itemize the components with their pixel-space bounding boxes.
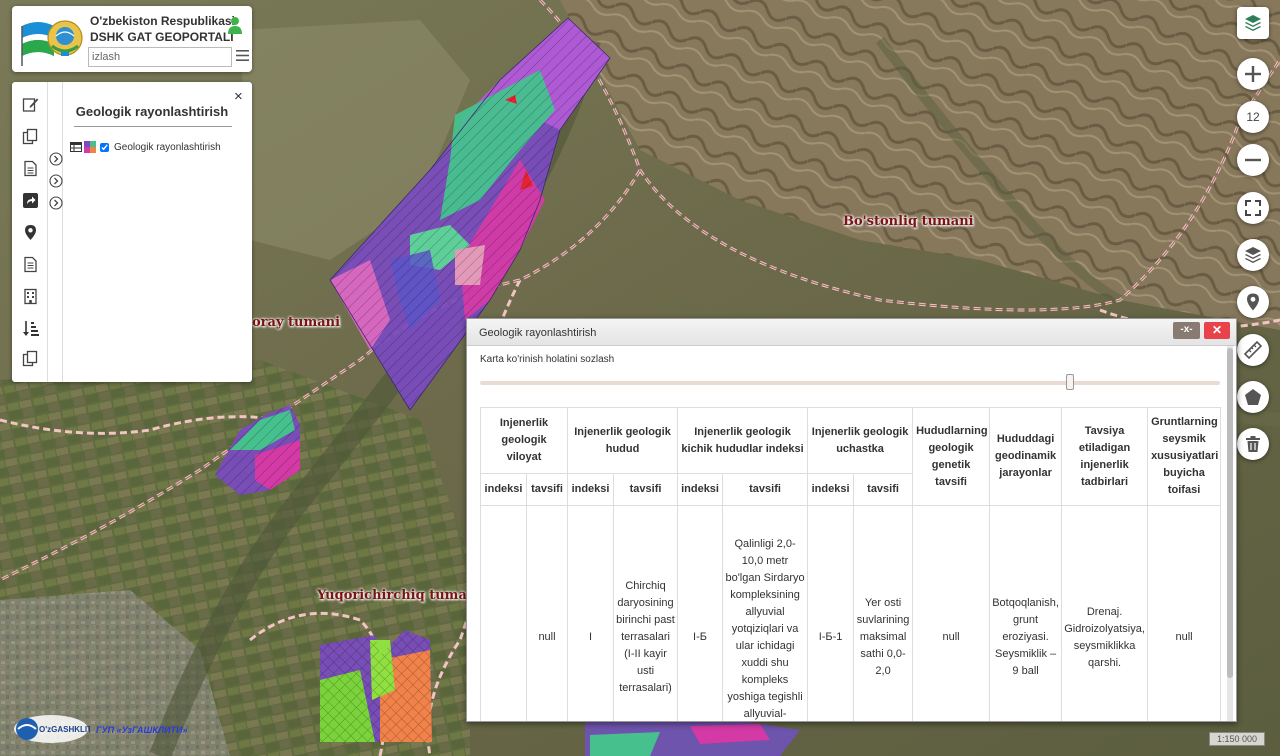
table-cell: I-Б	[677, 505, 724, 721]
table-cell: Chirchiq daryosining birinchi past terra…	[613, 505, 679, 721]
arrow-strip	[48, 82, 63, 382]
opacity-slider-track[interactable]	[480, 381, 1220, 385]
layer-legend-icon	[84, 141, 96, 153]
trash-icon	[1246, 436, 1260, 452]
panel-close-button[interactable]: ×	[234, 89, 243, 104]
layers-icon	[1245, 15, 1261, 31]
zoom-in-button[interactable]	[1237, 58, 1269, 90]
attribute-table: Injenerlik geologik viloyat Injenerlik g…	[479, 407, 1222, 721]
dialog-titlebar[interactable]: Geologik rayonlashtirish -x- ✕	[467, 319, 1236, 346]
measure-area-button[interactable]	[1237, 381, 1269, 413]
portal-header: O'zbekiston Respublikasi DSHK GAT GEOPOR…	[12, 6, 252, 72]
map-pin-icon	[1247, 293, 1259, 311]
geology-zone-south[interactable]	[320, 630, 432, 742]
subcolumn-header: tavsifi	[853, 473, 914, 506]
fullscreen-button[interactable]	[1237, 192, 1269, 224]
district-label-bostonliq: Bo'stonliq tumani	[843, 214, 974, 229]
footer-logo-text: O'zGASHKLITI	[39, 725, 90, 734]
table-header-row: Injenerlik geologik viloyat Injenerlik g…	[479, 407, 1222, 506]
measure-distance-button[interactable]	[1237, 334, 1269, 366]
portal-title-line1: O'zbekiston Respublikasi	[90, 14, 235, 28]
zoom-level-indicator: 12	[1237, 101, 1269, 133]
copy-icon[interactable]	[22, 128, 39, 145]
zoom-out-button[interactable]	[1237, 144, 1269, 176]
subcolumn-header: indeksi	[677, 473, 724, 506]
column-header: Tavsiya etiladigan injenerlik tadbirlari	[1061, 407, 1149, 506]
subcolumn-header: tavsifi	[722, 473, 809, 506]
dialog-title: Geologik rayonlashtirish	[479, 327, 597, 339]
map-display-settings-label: Karta ko'rinish holatini sozlash	[480, 354, 615, 365]
table-cell: Botqoqlanish, grunt eroziyasi. Seysmikli…	[989, 505, 1063, 721]
document-icon[interactable]	[22, 160, 39, 177]
subcolumn-header: indeksi	[567, 473, 615, 506]
organization-link[interactable]: ГУП «УзГАШКЛИТИ»	[96, 725, 188, 735]
user-icon[interactable]	[228, 16, 242, 34]
table-cell: I-Б-1	[807, 505, 855, 721]
dialog-close-button[interactable]: ✕	[1204, 322, 1230, 339]
attribute-dialog: Geologik rayonlashtirish -x- ✕ Karta ko'…	[466, 318, 1237, 722]
clear-drawings-button[interactable]	[1237, 428, 1269, 460]
layer-visibility-checkbox[interactable]	[100, 142, 109, 152]
chevron-right-icon[interactable]	[49, 196, 63, 210]
column-header: Injenerlik geologik kichik hududlar inde…	[677, 407, 809, 474]
copy-icon[interactable]	[22, 350, 39, 367]
locate-button[interactable]	[1237, 286, 1269, 318]
subcolumn-header: indeksi	[807, 473, 855, 506]
column-header: Injenerlik geologik viloyat	[479, 407, 569, 474]
table-cell: null	[525, 505, 569, 721]
ozgashkliti-logo: O'zGASHKLITI	[14, 715, 90, 743]
ruler-icon	[1243, 340, 1263, 360]
chevron-right-icon[interactable]	[49, 174, 63, 188]
layer-panel: Geologik rayonlashtirish × Geologik rayo…	[12, 82, 252, 382]
plus-icon	[1245, 66, 1261, 82]
subcolumn-header: tavsifi	[613, 473, 679, 506]
hamburger-menu-icon[interactable]	[236, 49, 249, 62]
table-icon[interactable]	[70, 141, 82, 153]
chevron-right-icon[interactable]	[49, 152, 63, 166]
minus-icon	[1245, 158, 1261, 162]
portal-title: O'zbekiston Respublikasi DSHK GAT GEOPOR…	[90, 13, 235, 45]
column-header: Hududlarning geologik genetik tavsifi	[912, 407, 991, 506]
basemap-switch-button[interactable]	[1237, 7, 1269, 39]
panel-title: Geologik rayonlashtirish	[75, 104, 229, 119]
column-header: Hududdagi geodinamik jarayonlar	[989, 407, 1063, 506]
polygon-icon	[1245, 389, 1261, 405]
layers-button[interactable]	[1237, 239, 1269, 271]
column-header: Injenerlik geologik hudud	[567, 407, 679, 474]
column-header: Gruntlarning seysmik xususiyatlari buyic…	[1147, 407, 1222, 506]
edit-icon[interactable]	[22, 96, 39, 113]
district-label-ohangaron: oray tumani	[252, 315, 341, 330]
layer-label: Geologik rayonlashtirish	[114, 141, 221, 153]
table-cell: Qalinligi 2,0-10,0 metr bo'lgan Sirdaryo…	[722, 505, 809, 721]
portal-title-line2: DSHK GAT GEOPORTALI	[90, 30, 234, 44]
district-label-yuqorichirchiq: Yuqorichirchiq tumani	[317, 588, 482, 603]
column-header: Injenerlik geologik uchastka	[807, 407, 914, 474]
map-pin-icon[interactable]	[22, 224, 39, 241]
share-icon[interactable]	[22, 192, 39, 209]
map-scale: 1:150 000	[1209, 732, 1265, 746]
table-cell: null	[1147, 505, 1222, 721]
tool-strip	[12, 82, 48, 382]
table-cell: I	[567, 505, 615, 721]
sort-icon[interactable]	[22, 320, 39, 337]
table-cell: Yer osti suvlarining maksimal sathi 0,0-…	[853, 505, 914, 721]
opacity-slider-handle[interactable]	[1065, 374, 1074, 390]
search-input[interactable]	[88, 47, 232, 67]
document-list-icon[interactable]	[22, 256, 39, 273]
table-cell: null	[912, 505, 991, 721]
subcolumn-header: tavsifi	[525, 473, 569, 506]
table-cell	[480, 505, 527, 721]
table-row: null I Chirchiq daryosining birinchi pas…	[480, 505, 1222, 721]
dialog-minimize-button[interactable]: -x-	[1173, 322, 1200, 339]
building-icon[interactable]	[22, 288, 39, 305]
layers-icon	[1245, 247, 1261, 263]
dialog-scrollbar-thumb[interactable]	[1227, 348, 1233, 678]
table-cell: Drenaj. Gidroizolyatsiya, seysmiklikka q…	[1061, 505, 1149, 721]
uzbekistan-emblem-logo	[21, 20, 83, 66]
panel-title-divider	[74, 126, 232, 127]
subcolumn-header: indeksi	[480, 473, 527, 506]
layer-list-item: Geologik rayonlashtirish	[70, 140, 221, 154]
fullscreen-icon	[1245, 200, 1261, 216]
